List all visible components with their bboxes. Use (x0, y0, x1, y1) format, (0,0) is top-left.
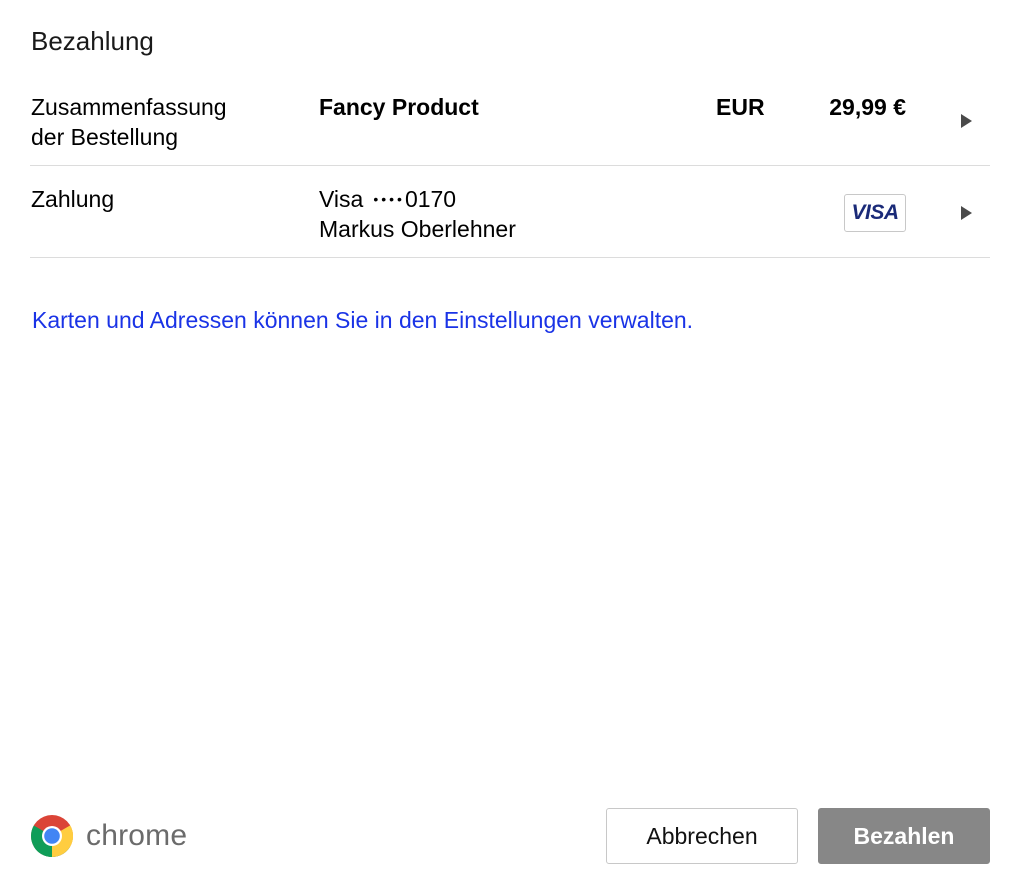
order-summary-label-line2: der Bestellung (31, 124, 179, 150)
payment-label: Zahlung (31, 186, 115, 212)
chevron-right-icon[interactable] (961, 206, 972, 220)
card-mask: •••• (373, 191, 405, 207)
payment-request-dialog: Bezahlung Zusammenfassung der Bestellung… (0, 0, 1020, 890)
manage-settings-link[interactable]: Karten und Adressen können Sie in den Ei… (32, 307, 693, 334)
visa-badge-text: VISA (851, 201, 899, 224)
chevron-right-icon[interactable] (961, 114, 972, 128)
product-name: Fancy Product (319, 94, 479, 120)
card-last4: 0170 (404, 186, 457, 212)
payment-method-row[interactable]: Zahlung Visa ••••0170 Markus Oberlehner V… (30, 180, 990, 258)
order-summary-label-line1: Zusammenfassung (31, 94, 227, 120)
order-summary-row[interactable]: Zusammenfassung der Bestellung Fancy Pro… (30, 88, 990, 166)
pay-button[interactable]: Bezahlen (818, 808, 990, 864)
cardholder-name: Markus Oberlehner (319, 216, 516, 242)
visa-card-icon: VISA (844, 194, 906, 232)
card-line: Visa ••••0170 (319, 184, 516, 214)
payment-details: Visa ••••0170 Markus Oberlehner (319, 184, 516, 244)
card-brand: Visa (319, 186, 364, 212)
chrome-branding: chrome (30, 813, 187, 859)
chrome-logo-icon (30, 815, 74, 857)
dialog-title: Bezahlung (31, 26, 154, 56)
order-summary-label: Zusammenfassung der Bestellung (31, 92, 291, 152)
cancel-button[interactable]: Abbrechen (606, 808, 798, 864)
total-amount: 29,99 € (829, 94, 906, 120)
chrome-wordmark: chrome (86, 819, 188, 852)
currency-code: EUR (716, 94, 765, 120)
